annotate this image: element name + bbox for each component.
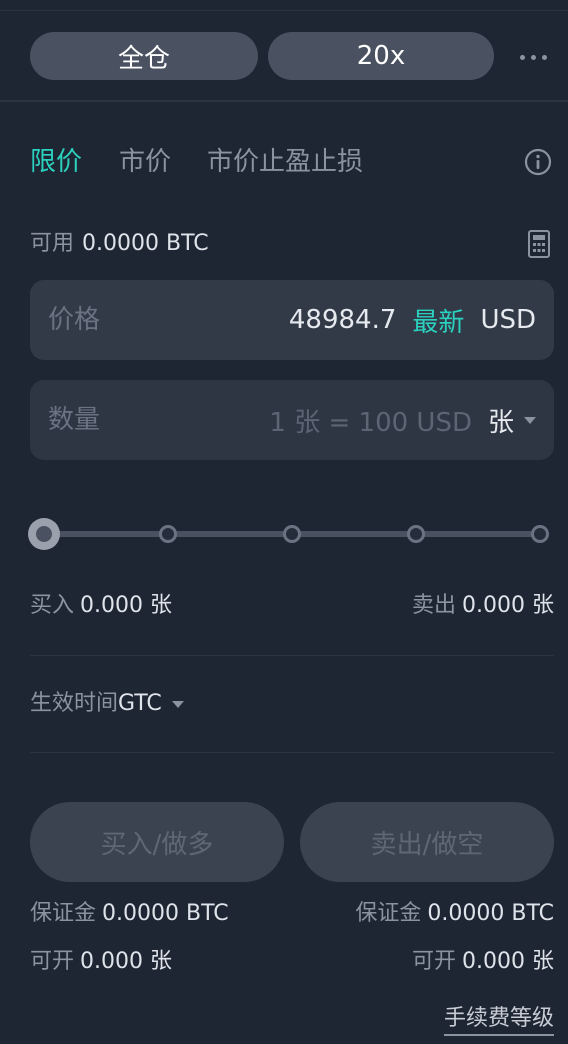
price-value[interactable]: 48984.7 xyxy=(289,305,397,335)
chevron-down-icon[interactable] xyxy=(524,416,536,424)
available-balance: 可用 0.0000 BTC xyxy=(30,228,209,260)
leverage-button[interactable]: 20x xyxy=(268,32,494,80)
more-icon[interactable] xyxy=(518,52,550,64)
header-divider xyxy=(0,100,568,102)
sell-margin-label: 保证金 xyxy=(355,901,422,926)
buy-openable-value: 0.000 张 xyxy=(80,949,172,974)
slider-stop-100[interactable] xyxy=(531,525,549,543)
margin-mode-button[interactable]: 全仓 xyxy=(30,32,258,80)
buy-quantity: 买入 0.000 张 xyxy=(30,590,172,622)
tab-limit[interactable]: 限价 xyxy=(30,142,82,182)
quantity-input[interactable]: 数量 1 张 = 100 USD 张 xyxy=(30,380,554,460)
available-label: 可用 xyxy=(30,231,75,256)
price-label: 价格 xyxy=(48,305,101,335)
price-unit: USD xyxy=(480,305,536,335)
buy-margin: 保证金 0.0000 BTC xyxy=(30,898,229,930)
slider-stop-50[interactable] xyxy=(283,525,301,543)
leverage-label: 20x xyxy=(356,41,406,71)
buy-long-button[interactable]: 买入/做多 xyxy=(30,802,284,882)
sell-quantity-label: 卖出 xyxy=(412,593,457,618)
top-divider xyxy=(0,10,568,11)
sell-margin: 保证金 0.0000 BTC xyxy=(355,898,554,930)
tab-market-tp-sl[interactable]: 市价止盈止损 xyxy=(207,142,363,182)
buy-quantity-label: 买入 xyxy=(30,593,75,618)
slider-stop-75[interactable] xyxy=(407,525,425,543)
time-in-force-select[interactable]: 生效时间 GTC xyxy=(30,688,184,720)
info-icon[interactable] xyxy=(524,148,552,176)
buy-openable: 可开 0.000 张 xyxy=(30,946,172,978)
sell-openable: 可开 0.000 张 xyxy=(412,946,554,978)
buy-margin-value: 0.0000 BTC xyxy=(102,901,229,926)
slider-stop-25[interactable] xyxy=(159,525,177,543)
chevron-down-icon xyxy=(171,700,184,708)
buy-openable-label: 可开 xyxy=(30,949,75,974)
sell-quantity: 卖出 0.000 张 xyxy=(412,590,554,622)
time-in-force-label: 生效时间 xyxy=(30,691,119,716)
available-value: 0.0000 BTC xyxy=(82,231,209,256)
price-input[interactable]: 价格 48984.7 最新 USD xyxy=(30,280,554,360)
time-in-force-value: GTC xyxy=(118,691,162,716)
section-divider xyxy=(30,752,554,753)
sell-short-button[interactable]: 卖出/做空 xyxy=(300,802,554,882)
latest-price-button[interactable]: 最新 xyxy=(412,302,464,339)
sell-openable-value: 0.000 张 xyxy=(462,949,554,974)
buy-margin-label: 保证金 xyxy=(30,901,97,926)
fee-level-link[interactable]: 手续费等级 xyxy=(443,1004,554,1036)
calculator-icon[interactable] xyxy=(528,230,550,258)
section-divider xyxy=(30,655,554,656)
quantity-slider[interactable] xyxy=(28,516,552,552)
quantity-conversion-hint: 1 张 = 100 USD xyxy=(269,407,472,438)
sell-margin-value: 0.0000 BTC xyxy=(427,901,554,926)
tab-market[interactable]: 市价 xyxy=(119,142,171,182)
sell-quantity-value: 0.000 张 xyxy=(462,593,554,618)
slider-thumb[interactable] xyxy=(28,518,60,550)
quantity-unit-select[interactable]: 张 xyxy=(488,402,514,439)
quantity-placeholder: 数量 xyxy=(48,405,101,435)
buy-quantity-value: 0.000 张 xyxy=(80,593,172,618)
sell-openable-label: 可开 xyxy=(412,949,457,974)
margin-mode-label: 全仓 xyxy=(117,43,170,74)
